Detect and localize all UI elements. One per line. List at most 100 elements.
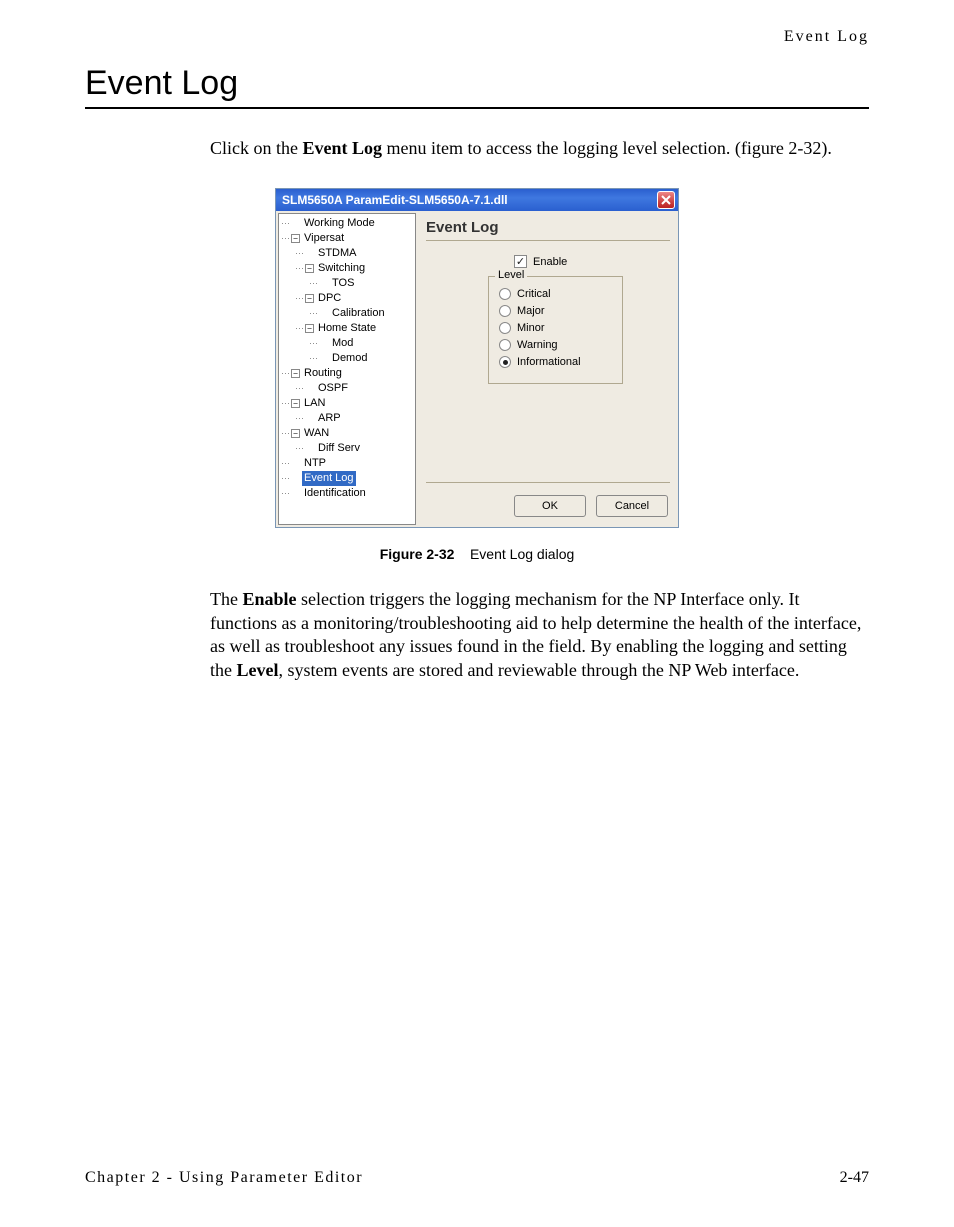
- ok-button[interactable]: OK: [514, 495, 586, 517]
- radio-button[interactable]: [499, 305, 511, 317]
- tree-dotline-icon: ⋯: [281, 396, 289, 411]
- dialog-titlebar[interactable]: SLM5650A ParamEdit-SLM5650A-7.1.dll: [276, 189, 678, 211]
- tree-item[interactable]: ⋯ARP: [281, 411, 413, 426]
- tree-item-label: Event Log: [302, 471, 356, 486]
- cancel-button[interactable]: Cancel: [596, 495, 668, 517]
- tree-item-label: Mod: [330, 336, 355, 351]
- tree-leaf-icon: [319, 309, 328, 318]
- tree-leaf-icon: [319, 339, 328, 348]
- tree-item[interactable]: ⋯Calibration: [281, 306, 413, 321]
- tree-item[interactable]: ⋯OSPF: [281, 381, 413, 396]
- tree-item-label: LAN: [302, 396, 327, 411]
- level-label: Minor: [517, 322, 545, 334]
- tree-item[interactable]: ⋯Identification: [281, 486, 413, 501]
- tree-item[interactable]: ⋯NTP: [281, 456, 413, 471]
- tree-dotline-icon: ⋯: [281, 231, 289, 246]
- tree-item[interactable]: ⋯STDMA: [281, 246, 413, 261]
- dialog-container: SLM5650A ParamEdit-SLM5650A-7.1.dll ⋯ Wor…: [85, 188, 869, 528]
- radio-button[interactable]: [499, 339, 511, 351]
- tree-item[interactable]: ⋯Diff Serv: [281, 441, 413, 456]
- enable-checkbox-row[interactable]: ✓ Enable: [514, 255, 670, 268]
- level-fieldset: Level CriticalMajorMinorWarningInformati…: [488, 276, 623, 384]
- tree-leaf-icon: [291, 219, 300, 228]
- dialog-title: SLM5650A ParamEdit-SLM5650A-7.1.dll: [282, 193, 508, 207]
- enable-label: Enable: [533, 256, 567, 268]
- level-label: Major: [517, 305, 545, 317]
- tree-item[interactable]: ⋯−Vipersat: [281, 231, 413, 246]
- enable-checkbox[interactable]: ✓: [514, 255, 527, 268]
- dialog-content: Event Log ✓ Enable Level Critical Major Mi…: [418, 211, 678, 527]
- figure-caption: Figure 2-32 Event Log dialog: [85, 546, 869, 562]
- collapse-icon[interactable]: −: [305, 324, 314, 333]
- intro-post: menu item to access the logging level se…: [382, 138, 832, 158]
- tree-item[interactable]: ⋯−Home State: [281, 321, 413, 336]
- check-icon: ✓: [516, 255, 525, 268]
- tree-item[interactable]: ⋯−Switching: [281, 261, 413, 276]
- separator: [426, 240, 670, 241]
- tree-item-label: Demod: [330, 351, 369, 366]
- tree-dotline-icon: ⋯: [309, 276, 317, 291]
- figure-number: Figure 2-32: [380, 546, 455, 562]
- para-t2: , system events are stored and reviewabl…: [279, 660, 800, 680]
- tree-item[interactable]: ⋯−LAN: [281, 396, 413, 411]
- para-t0: The: [210, 589, 242, 609]
- tree-item[interactable]: ⋯ Working Mode: [281, 216, 413, 231]
- collapse-icon[interactable]: −: [291, 369, 300, 378]
- level-radio-row[interactable]: Minor: [499, 322, 616, 334]
- tree-item[interactable]: ⋯ Demod: [281, 351, 413, 366]
- level-radio-row[interactable]: Major: [499, 305, 616, 317]
- dialog-body: ⋯ Working Mode⋯−Vipersat⋯STDMA⋯−Switching…: [276, 211, 678, 527]
- tree-item[interactable]: ⋯Event Log: [281, 471, 413, 486]
- tree-leaf-icon: [305, 249, 314, 258]
- tree-dotline-icon: ⋯: [309, 306, 317, 321]
- tree-item-label: Working Mode: [302, 216, 377, 231]
- tree-dotline-icon: ⋯: [295, 381, 303, 396]
- tree-dotline-icon: ⋯: [281, 216, 289, 231]
- footer-chapter: Chapter 2 -: [85, 1169, 179, 1186]
- tree-dotline-icon: ⋯: [309, 351, 317, 366]
- panel-heading: Event Log: [426, 219, 670, 236]
- level-radio-row[interactable]: Informational: [499, 356, 616, 368]
- tree-leaf-icon: [305, 414, 314, 423]
- tree-item-label: TOS: [330, 276, 356, 291]
- collapse-icon[interactable]: −: [305, 294, 314, 303]
- tree-item[interactable]: ⋯Mod: [281, 336, 413, 351]
- footer-page-number: 2-47: [840, 1169, 869, 1187]
- footer-title: Using Parameter Editor: [179, 1169, 363, 1186]
- tree-item[interactable]: ⋯−Routing: [281, 366, 413, 381]
- level-label: Informational: [517, 356, 581, 368]
- page-footer: Chapter 2 - Using Parameter Editor 2-47: [85, 1169, 869, 1187]
- intro-pre: Click on the: [210, 138, 303, 158]
- tree-dotline-icon: ⋯: [281, 486, 289, 501]
- collapse-icon[interactable]: −: [291, 429, 300, 438]
- radio-button[interactable]: [499, 356, 511, 368]
- tree-item-label: Diff Serv: [316, 441, 362, 456]
- tree-item-label: ARP: [316, 411, 343, 426]
- level-radio-row[interactable]: Critical: [499, 288, 616, 300]
- nav-tree[interactable]: ⋯ Working Mode⋯−Vipersat⋯STDMA⋯−Switching…: [278, 213, 416, 525]
- level-radio-row[interactable]: Warning: [499, 339, 616, 351]
- tree-item[interactable]: ⋯−WAN: [281, 426, 413, 441]
- level-label: Warning: [517, 339, 558, 351]
- para-b1: Level: [237, 660, 279, 680]
- radio-dot-icon: [503, 360, 508, 365]
- collapse-icon[interactable]: −: [291, 399, 300, 408]
- body-paragraph: The Enable selection triggers the loggin…: [210, 588, 869, 682]
- tree-dotline-icon: ⋯: [295, 246, 303, 261]
- tree-dotline-icon: ⋯: [295, 291, 303, 306]
- collapse-icon[interactable]: −: [305, 264, 314, 273]
- separator: [426, 482, 670, 483]
- close-button[interactable]: [657, 191, 675, 209]
- radio-button[interactable]: [499, 322, 511, 334]
- tree-item[interactable]: ⋯−DPC: [281, 291, 413, 306]
- tree-leaf-icon: [291, 459, 300, 468]
- radio-button[interactable]: [499, 288, 511, 300]
- tree-item-label: Routing: [302, 366, 344, 381]
- footer-left: Chapter 2 - Using Parameter Editor: [85, 1169, 363, 1187]
- tree-item[interactable]: ⋯ TOS: [281, 276, 413, 291]
- tree-leaf-icon: [319, 279, 328, 288]
- level-legend: Level: [495, 269, 527, 281]
- tree-dotline-icon: ⋯: [281, 426, 289, 441]
- collapse-icon[interactable]: −: [291, 234, 300, 243]
- figure-caption-text: Event Log dialog: [470, 546, 574, 562]
